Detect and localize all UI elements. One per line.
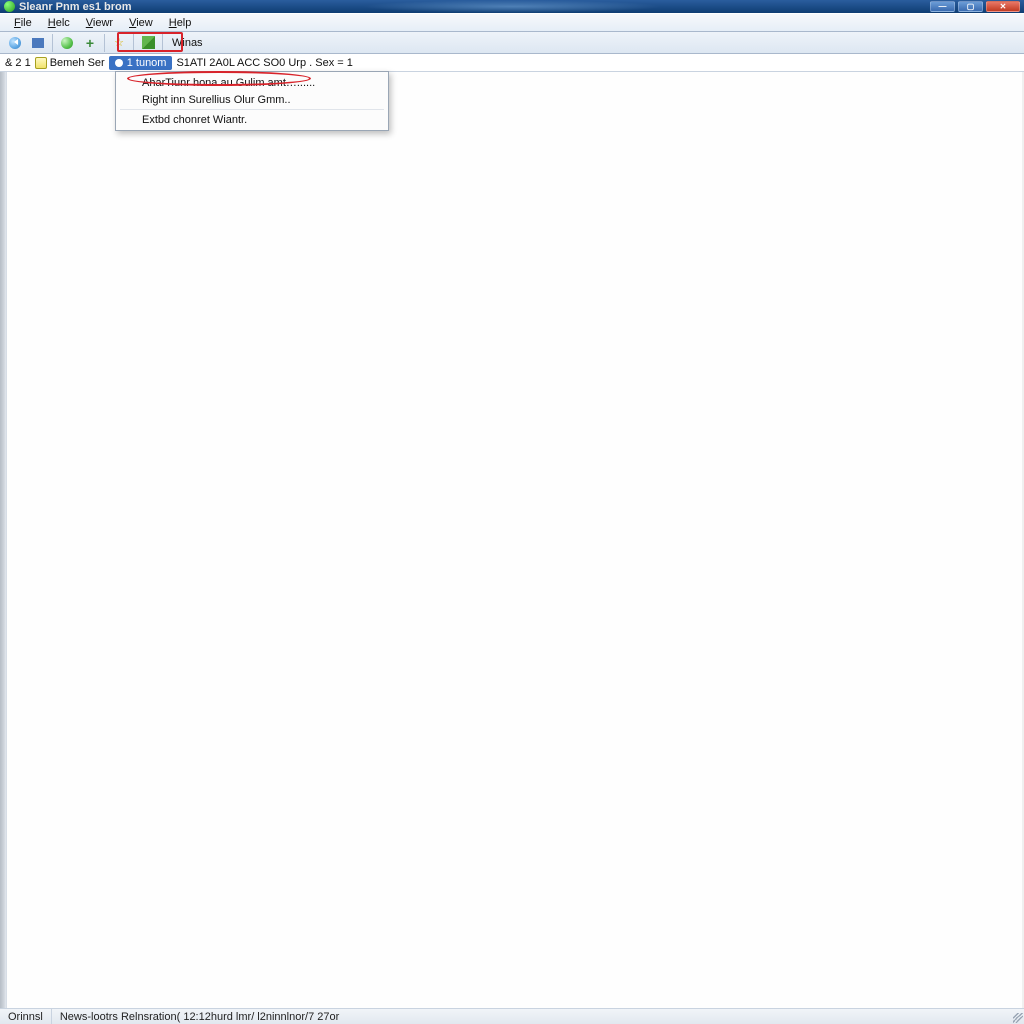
plus-icon: + (86, 36, 94, 50)
breadcrumb-info: S1ATI 2A0L ACC SO0 Urp . Sex = 1 (176, 57, 352, 69)
breadcrumb-label: Bemeh Ser (50, 57, 105, 69)
toolbar-separator (133, 34, 134, 52)
toolbar-separator (162, 34, 163, 52)
app-icon (4, 1, 15, 12)
toolbar-separator (52, 34, 53, 52)
breadcrumb-seg1: & 2 1 (5, 57, 31, 69)
wiring-icon-button[interactable] (137, 33, 159, 53)
folder-icon (35, 57, 47, 69)
back-button[interactable] (4, 33, 26, 53)
breadcrumb-rest: S1ATI 2A0L ACC SO0 Urp . Sex = 1 (176, 57, 352, 69)
maximize-button[interactable]: ▢ (958, 1, 983, 12)
titlebar: Sleanr Pnm es1 brom — ▢ ✕ (0, 0, 1024, 13)
bookmark-button[interactable]: ☆ (108, 33, 130, 53)
back-icon (9, 37, 21, 49)
wiring-button[interactable]: Winas (166, 33, 209, 53)
toolbar: + ☆ Winas (0, 32, 1024, 54)
menu-help[interactable]: Help (161, 16, 200, 30)
toolbar-separator (104, 34, 105, 52)
menu-file[interactable]: File (6, 16, 40, 30)
tool-blue-button[interactable] (27, 33, 49, 53)
globe-button[interactable] (56, 33, 78, 53)
dropdown-item-3[interactable]: Extbd chonret Wiantr. (118, 111, 386, 128)
menu-view[interactable]: View (121, 16, 161, 30)
menu-viewr[interactable]: Viewr (78, 16, 121, 30)
square-icon (32, 38, 44, 48)
add-button[interactable]: + (79, 33, 101, 53)
flag-icon (142, 36, 155, 49)
breadcrumb-index: & 2 1 (5, 57, 31, 69)
breadcrumb-pill-label: 1 tunom (127, 57, 167, 69)
status-seg-1: Orinnsl (0, 1009, 52, 1024)
window-controls: — ▢ ✕ (930, 1, 1020, 12)
dropdown-menu: AharTiunr hona au Gulim amt…...... Right… (115, 71, 389, 131)
menu-helc[interactable]: Helc (40, 16, 78, 30)
window-title: Sleanr Pnm es1 brom (19, 1, 132, 13)
address-bar: & 2 1 Bemeh Ser 1 tunom S1ATI 2A0L ACC S… (0, 54, 1024, 72)
dropdown-item-1[interactable]: AharTiunr hona au Gulim amt…...... (118, 74, 386, 91)
globe-icon (61, 37, 73, 49)
breadcrumb-seg2: Bemeh Ser (35, 57, 105, 69)
dropdown-item-2[interactable]: Right inn Surellius Olur Gmm.. (118, 91, 386, 108)
minimize-button[interactable]: — (930, 1, 955, 12)
status-bar: Orinnsl News-lootrs Relnsration( 12:12hu… (0, 1008, 1024, 1024)
star-icon: ☆ (113, 36, 125, 50)
menubar: File Helc Viewr View Help (0, 13, 1024, 32)
resize-grip[interactable] (1010, 1010, 1024, 1024)
close-button[interactable]: ✕ (986, 1, 1020, 12)
status-seg-2: News-lootrs Relnsration( 12:12hurd lmr/ … (52, 1009, 347, 1024)
breadcrumb-pill[interactable]: 1 tunom (109, 56, 173, 70)
content-area (6, 72, 1022, 1008)
titlebar-glow (362, 0, 662, 13)
dot-icon (115, 59, 123, 67)
dropdown-separator (120, 109, 384, 110)
